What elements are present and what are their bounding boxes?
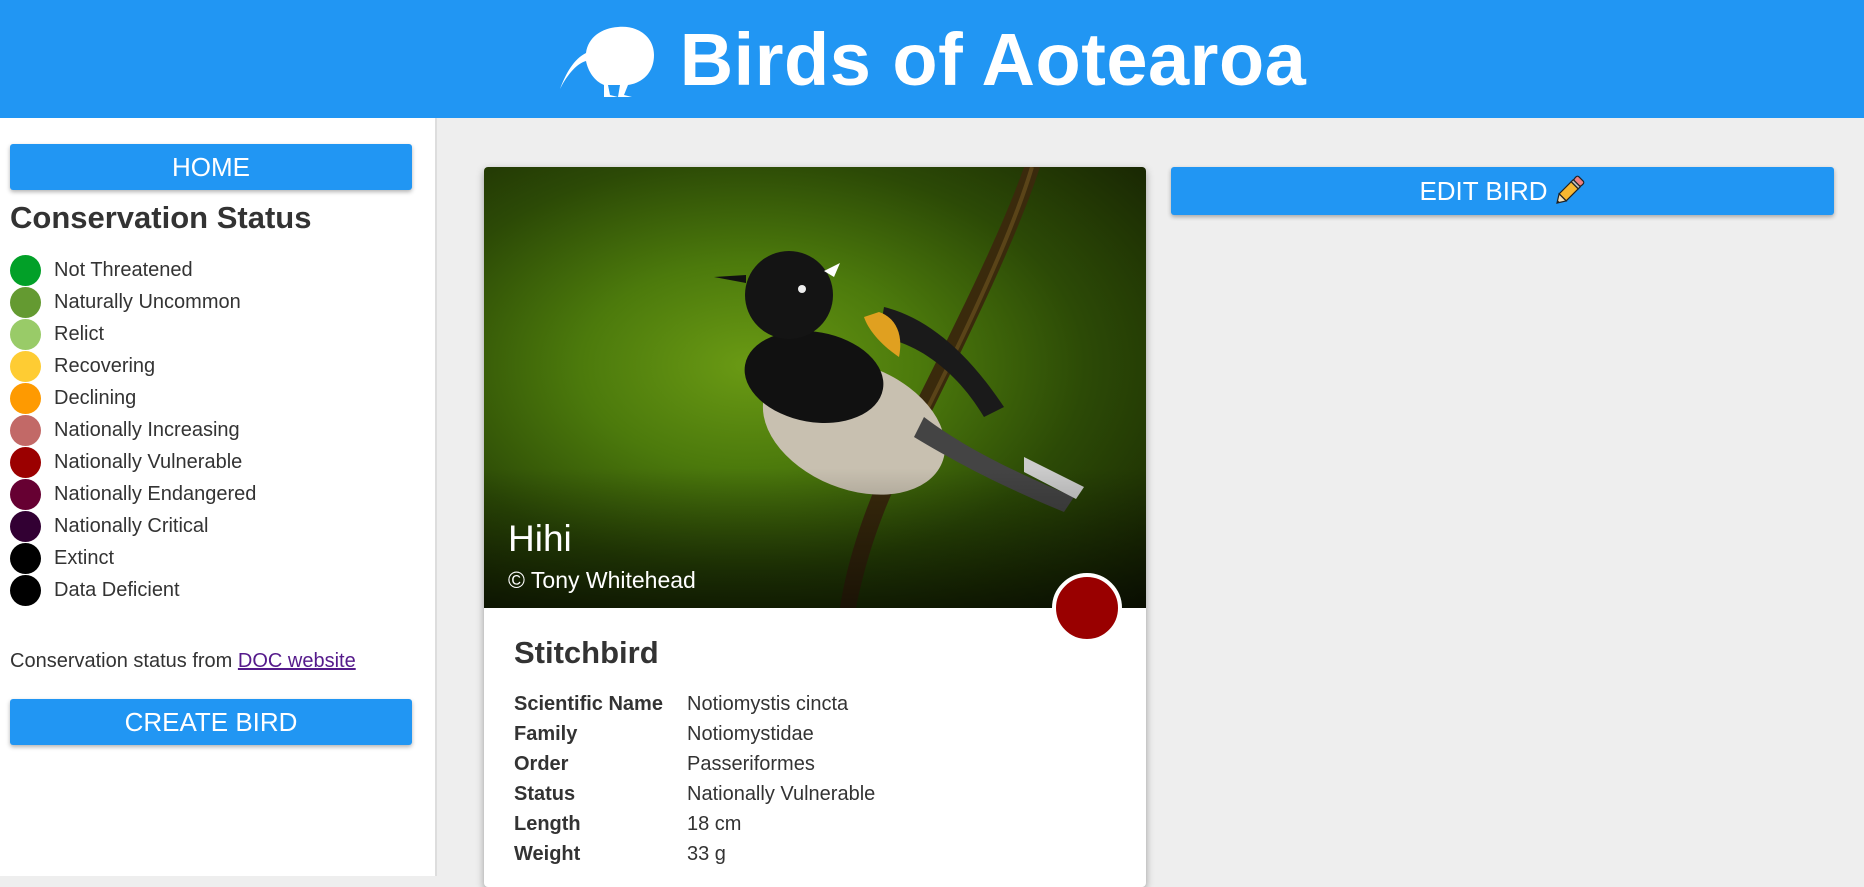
status-color-dot bbox=[10, 414, 41, 446]
detail-key: Family bbox=[514, 722, 578, 745]
pencil-icon bbox=[1555, 175, 1584, 204]
legend-item: Data Deficient bbox=[10, 574, 256, 606]
status-color-dot bbox=[10, 382, 41, 414]
status-color-dot bbox=[10, 542, 41, 574]
legend-item: Nationally Increasing bbox=[10, 414, 256, 446]
photo-credit: © Tony Whitehead bbox=[508, 567, 696, 593]
legend-item: Not Threatened bbox=[10, 254, 256, 286]
conservation-legend: Not Threatened Naturally Uncommon Relict Re… bbox=[10, 254, 256, 606]
legend-label: Nationally Increasing bbox=[54, 418, 240, 441]
detail-value: Notiomystidae bbox=[687, 722, 814, 745]
detail-row: Order Passeriformes bbox=[514, 749, 875, 779]
status-color-dot bbox=[10, 318, 41, 350]
kiwi-bird-icon bbox=[559, 26, 654, 97]
status-color-dot bbox=[10, 350, 41, 382]
status-color-dot bbox=[10, 286, 41, 318]
bird-photo: Hihi © Tony Whitehead bbox=[484, 167, 1146, 608]
detail-key: Status bbox=[514, 782, 576, 805]
legend-item: Nationally Endangered bbox=[10, 478, 256, 510]
legend-item: Declining bbox=[10, 382, 256, 414]
detail-row: Length 18 cm bbox=[514, 809, 875, 839]
legend-item: Naturally Uncommon bbox=[10, 286, 256, 318]
legend-item: Recovering bbox=[10, 350, 256, 382]
detail-value: 33 g bbox=[687, 842, 726, 865]
legend-title: Conservation Status bbox=[10, 200, 312, 235]
detail-key: Length bbox=[514, 812, 581, 835]
detail-row: Scientific Name Notiomystis cincta bbox=[514, 689, 875, 719]
legend-label: Relict bbox=[54, 322, 105, 345]
status-color-dot bbox=[10, 478, 41, 510]
sidebar: HOME Conservation Status Not Threatened N… bbox=[0, 118, 437, 876]
legend-label: Nationally Endangered bbox=[54, 482, 257, 505]
detail-key: Order bbox=[514, 752, 569, 775]
detail-key: Weight bbox=[514, 842, 581, 865]
bird-details: Scientific Name Notiomystis cincta Family N… bbox=[514, 689, 875, 869]
legend-label: Recovering bbox=[54, 354, 156, 377]
edit-bird-label: EDIT BIRD bbox=[1419, 175, 1548, 206]
legend-label: Declining bbox=[54, 386, 137, 409]
site-title: Birds of Aotearoa bbox=[679, 17, 1307, 101]
legend-label: Not Threatened bbox=[54, 258, 193, 281]
bird-card: Hihi © Tony Whitehead Stitchbird Scienti… bbox=[484, 167, 1146, 887]
status-color-dot bbox=[10, 510, 41, 542]
status-color-dot bbox=[10, 574, 41, 606]
status-source: Conservation status from DOC website bbox=[10, 650, 356, 673]
legend-item: Nationally Critical bbox=[10, 510, 256, 542]
source-text: Conservation status from bbox=[10, 650, 233, 672]
detail-row: Weight 33 g bbox=[514, 839, 875, 869]
detail-value: Notiomystis cincta bbox=[687, 692, 849, 715]
detail-value: 18 cm bbox=[687, 812, 742, 835]
bird-primary-name: Hihi bbox=[508, 518, 572, 559]
detail-row: Family Notiomystidae bbox=[514, 719, 875, 749]
legend-label: Data Deficient bbox=[54, 578, 180, 601]
site-header: Birds of Aotearoa bbox=[0, 0, 1864, 118]
legend-label: Extinct bbox=[54, 546, 115, 569]
doc-website-link[interactable]: DOC website bbox=[238, 650, 356, 672]
bird-english-name: Stitchbird bbox=[514, 635, 659, 670]
home-button[interactable]: HOME bbox=[10, 144, 412, 190]
legend-item: Extinct bbox=[10, 542, 256, 574]
create-bird-button[interactable]: CREATE BIRD bbox=[10, 699, 412, 745]
detail-row: Status Nationally Vulnerable bbox=[514, 779, 875, 809]
legend-item: Nationally Vulnerable bbox=[10, 446, 256, 478]
legend-label: Nationally Vulnerable bbox=[54, 450, 243, 473]
edit-bird-button[interactable]: EDIT BIRD bbox=[1171, 167, 1834, 215]
legend-label: Nationally Critical bbox=[54, 514, 209, 537]
status-indicator bbox=[1052, 573, 1122, 643]
detail-key: Scientific Name bbox=[514, 692, 663, 715]
legend-item: Relict bbox=[10, 318, 256, 350]
legend-label: Naturally Uncommon bbox=[54, 290, 241, 313]
status-color-dot bbox=[10, 446, 41, 478]
status-color-dot bbox=[10, 254, 41, 286]
detail-value: Nationally Vulnerable bbox=[687, 782, 876, 805]
detail-value: Passeriformes bbox=[687, 752, 815, 775]
